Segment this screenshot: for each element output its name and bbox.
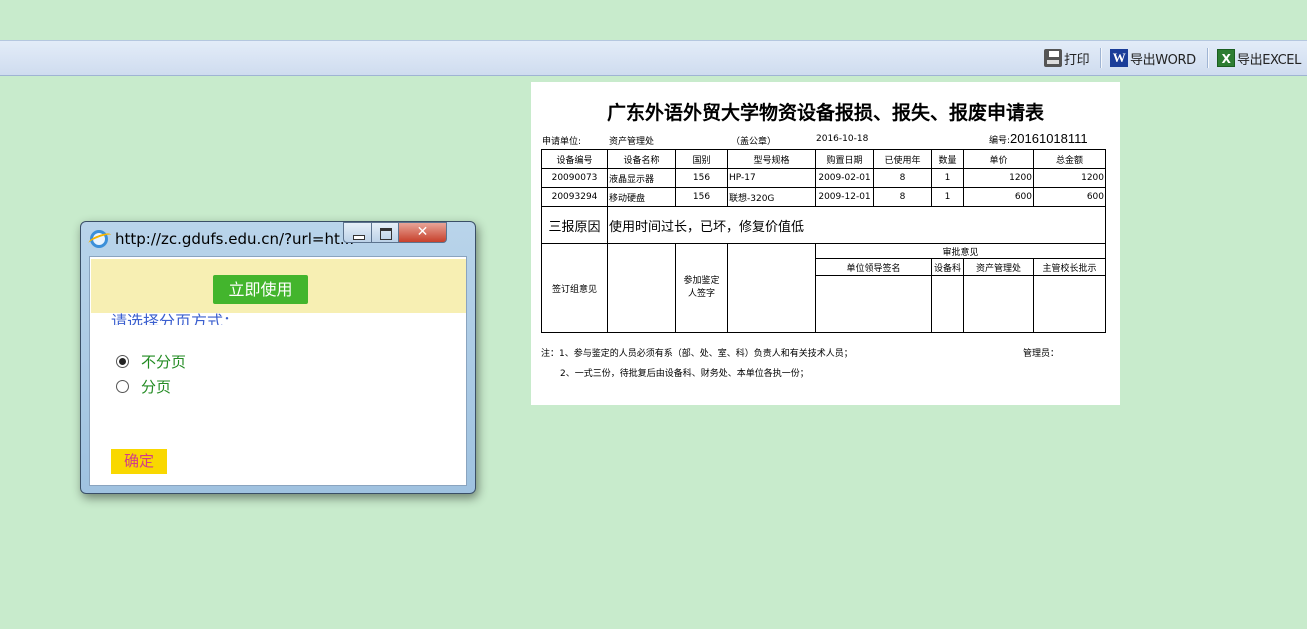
approval-col: 设备科 (931, 258, 964, 276)
table-header-row: 设备编号 设备名称 国别 型号规格 购置日期 已使用年 数量 单价 总金额 (541, 149, 1106, 169)
approval-col: 主管校长批示 (1033, 258, 1106, 276)
header-cell: 设备编号 (541, 149, 608, 169)
header-cell: 已使用年 (873, 149, 932, 169)
printer-icon (1044, 49, 1062, 67)
form-title: 广东外语外贸大学物资设备报损、报失、报废申请表 (606, 102, 1044, 124)
applicant-label: 申请单位: (542, 137, 582, 147)
table-row: 20090073 液晶显示器 156 HP-17 2009-02-01 8 1 … (541, 168, 1106, 188)
ie-browser-icon (90, 230, 108, 248)
cell-equipment-name: 液晶显示器 (607, 168, 676, 188)
cell-equipment-id: 20090073 (541, 168, 608, 188)
option-pagination[interactable]: 分页 (116, 376, 171, 397)
dialog-content: 请选择分页方式： 立即使用 不分页 分页 确定 (89, 256, 467, 486)
cell-unit-price: 600 (963, 187, 1034, 207)
toolbar: 打印 W 导出WORD X 导出EXCEL (0, 40, 1307, 76)
option-label: 不分页 (141, 353, 187, 371)
equipment-table: 设备编号 设备名称 国别 型号规格 购置日期 已使用年 数量 单价 总金额 20… (541, 149, 1106, 333)
export-word-label: 导出WORD (1130, 52, 1196, 68)
word-icon: W (1110, 49, 1128, 67)
pagination-prompt: 请选择分页方式： (111, 312, 240, 325)
cell-total: 1200 (1033, 168, 1106, 188)
promo-banner: 立即使用 (91, 259, 466, 313)
group-opinion-label: 签订组意见 (541, 243, 608, 333)
cell-model: HP-17 (727, 168, 816, 188)
excel-icon: X (1217, 49, 1235, 67)
export-excel-label: 导出EXCEL (1237, 52, 1301, 68)
appraiser-sign-line-1: 参加鉴定 (683, 276, 720, 286)
use-now-button[interactable]: 立即使用 (213, 275, 308, 304)
confirm-button[interactable]: 确定 (111, 449, 167, 474)
header-cell: 总金额 (1033, 149, 1106, 169)
print-button[interactable]: 打印 (1044, 47, 1090, 69)
print-label: 打印 (1064, 52, 1090, 68)
applicant-value: 资产管理处 (609, 137, 655, 147)
export-excel-button[interactable]: X 导出EXCEL (1217, 47, 1301, 69)
form-note-admin: 管理员： (1023, 349, 1060, 359)
option-label: 分页 (141, 378, 172, 396)
header-cell: 设备名称 (607, 149, 676, 169)
cell-total: 600 (1033, 187, 1106, 207)
radio-checked[interactable] (116, 355, 129, 368)
cell-country: 156 (675, 187, 728, 207)
header-cell: 国别 (675, 149, 728, 169)
table-row: 20093294 移动硬盘 156 联想-320G 2009-12-01 8 1… (541, 187, 1106, 207)
approval-label: 审批意见 (815, 243, 1106, 259)
approval-col: 单位领导签名 (815, 258, 932, 276)
minimize-button[interactable] (343, 222, 372, 243)
cell-equipment-name: 移动硬盘 (607, 187, 676, 207)
cell-quantity: 1 (931, 168, 964, 188)
approval-sign-cell (931, 275, 964, 333)
approval-col: 资产管理处 (963, 258, 1034, 276)
cell-purchase-date: 2009-02-01 (815, 168, 874, 188)
number-label: 编号: (989, 136, 1011, 146)
popup-window: http://zc.gdufs.edu.cn/?url=ht... 请选择分页方… (80, 221, 476, 494)
cell-unit-price: 1200 (963, 168, 1034, 188)
appraiser-sign-line-2: 人签字 (687, 289, 715, 299)
export-word-button[interactable]: W 导出WORD (1110, 47, 1196, 69)
seal-label: （盖公章） (731, 137, 777, 147)
appraiser-sign-label: 参加鉴定 人签字 (675, 243, 728, 333)
header-cell: 单价 (963, 149, 1034, 169)
cell-model: 联想-320G (727, 187, 816, 207)
reason-label: 三报原因 (541, 206, 608, 244)
form-note-1: 注：1、参与鉴定的人员必须有系（部、处、室、科）负责人和有关技术人员； (541, 349, 853, 359)
cell-equipment-id: 20093294 (541, 187, 608, 207)
close-button[interactable] (398, 222, 447, 243)
cell-years-used: 8 (873, 168, 932, 188)
group-opinion-cell (607, 243, 676, 333)
form-note-2: 2、一式三份，待批复后由设备科、财务处、本单位各执一份； (560, 369, 809, 379)
form-date: 2016-10-18 (816, 134, 869, 144)
number-value: 20161018111 (1010, 131, 1088, 146)
approval-sign-cell (1033, 275, 1106, 333)
cell-quantity: 1 (931, 187, 964, 207)
application-form: 广东外语外贸大学物资设备报损、报失、报废申请表 申请单位: 资产管理处 （盖公章… (531, 82, 1120, 405)
form-number: 编号:20161018111 (989, 131, 1088, 146)
approval-row: 签订组意见 参加鉴定 人签字 审批意见 (541, 243, 1106, 333)
approval-sign-cell (815, 275, 932, 333)
radio-unchecked[interactable] (116, 380, 129, 393)
header-cell: 型号规格 (727, 149, 816, 169)
cell-years-used: 8 (873, 187, 932, 207)
maximize-button[interactable] (371, 222, 399, 243)
cell-country: 156 (675, 168, 728, 188)
cell-purchase-date: 2009-12-01 (815, 187, 874, 207)
approval-sign-cell (963, 275, 1034, 333)
header-cell: 购置日期 (815, 149, 874, 169)
appraiser-sign-cell (727, 243, 816, 333)
option-no-pagination[interactable]: 不分页 (116, 351, 186, 372)
reason-row: 三报原因 使用时间过长，已坏，修复价值低 (541, 206, 1106, 244)
reason-value: 使用时间过长，已坏，修复价值低 (607, 206, 1106, 244)
header-cell: 数量 (931, 149, 964, 169)
toolbar-separator (1100, 48, 1102, 68)
toolbar-separator (1207, 48, 1209, 68)
